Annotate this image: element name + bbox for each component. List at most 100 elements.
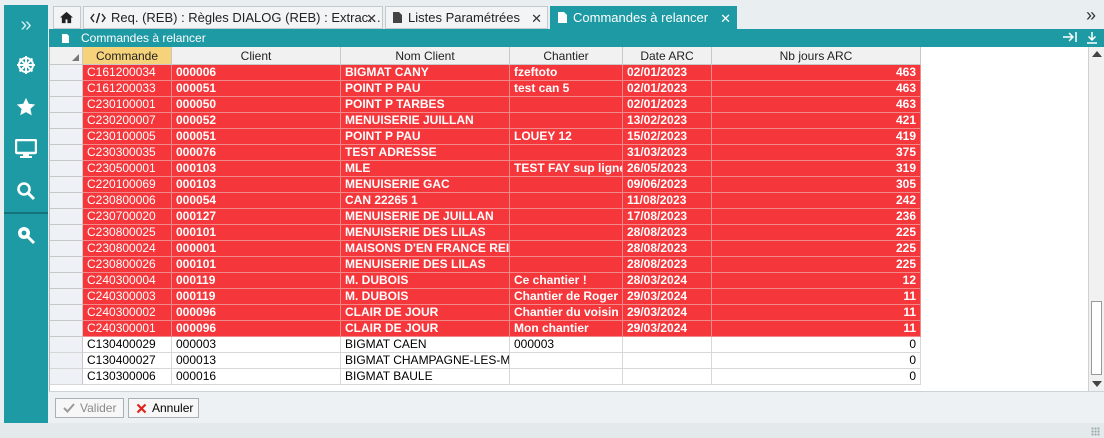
- nb-jours-arc-cell: 0: [712, 337, 921, 353]
- chantier-cell: [510, 209, 623, 225]
- client-cell: 000103: [172, 161, 341, 177]
- table-row[interactable]: C161200033 000051 POINT P PAU test can 5 02/…: [50, 81, 921, 97]
- cross-icon: [136, 403, 147, 414]
- check-icon: [63, 403, 75, 413]
- nb-jours-arc-cell: 11: [712, 305, 921, 321]
- nom-client-cell: POINT P PAU: [341, 81, 510, 97]
- table-row[interactable]: C240300003 000119 M. DUBOIS Chantier de Rog…: [50, 289, 921, 305]
- client-cell: 000001: [172, 241, 341, 257]
- table-row[interactable]: C230200007 000052 MENUISERIE JUILLAN 13/02/…: [50, 113, 921, 129]
- table-row[interactable]: C130400027000013BIGMAT CHAMPAGNE-LES-MAR…: [50, 353, 921, 369]
- validate-button[interactable]: Valider: [55, 398, 124, 418]
- client-cell: 000054: [172, 193, 341, 209]
- close-icon[interactable]: ✕: [720, 11, 731, 27]
- row-selector[interactable]: [50, 273, 83, 289]
- date-arc-cell: 29/03/2024: [623, 321, 712, 337]
- row-selector[interactable]: [50, 129, 83, 145]
- row-selector[interactable]: [50, 193, 83, 209]
- row-selector[interactable]: [50, 81, 83, 97]
- nom-client-cell: POINT P PAU: [341, 129, 510, 145]
- row-selector[interactable]: [50, 241, 83, 257]
- location-search-icon[interactable]: [4, 217, 48, 253]
- row-selector[interactable]: [50, 209, 83, 225]
- client-cell: 000127: [172, 209, 341, 225]
- row-selector[interactable]: [50, 289, 83, 305]
- column-header-nb-jours-arc[interactable]: Nb jours ARC: [712, 47, 921, 65]
- column-header-commande[interactable]: Commande: [83, 47, 172, 65]
- table-row[interactable]: C240300002 000096 CLAIR DE JOUR Chantier du…: [50, 305, 921, 321]
- scrollbar-thumb[interactable]: [1091, 301, 1102, 375]
- table-row[interactable]: C240300004 000119 M. DUBOIS Ce chantier ! 28…: [50, 273, 921, 289]
- validate-label: Valider: [80, 401, 117, 415]
- download-icon[interactable]: [1086, 31, 1098, 44]
- row-selector[interactable]: [50, 113, 83, 129]
- table-row[interactable]: C230700020 000127 MENUISERIE DE JUILLAN 17/…: [50, 209, 921, 225]
- column-header-chantier[interactable]: Chantier: [510, 47, 623, 65]
- dharma-wheel-icon[interactable]: [4, 47, 48, 83]
- row-selector[interactable]: [50, 225, 83, 241]
- scroll-down-icon[interactable]: [1092, 381, 1102, 387]
- table-row[interactable]: C230100001 000050 POINT P TARBES 02/01/2023…: [50, 97, 921, 113]
- row-selector-header[interactable]: [50, 47, 83, 65]
- row-selector[interactable]: [50, 369, 83, 385]
- nom-client-cell: BIGMAT CANY: [341, 65, 510, 81]
- tab-label: Listes Paramétrées: [408, 10, 520, 25]
- nb-jours-arc-cell: 421: [712, 113, 921, 129]
- table-row[interactable]: C161200034 000006 BIGMAT CANY fzeftoto 02/01…: [50, 65, 921, 81]
- table-row[interactable]: C230800025 000101 MENUISERIE DES LILAS 28/0…: [50, 225, 921, 241]
- close-icon[interactable]: ✕: [366, 11, 377, 27]
- nom-client-cell: TEST ADRESSE: [341, 145, 510, 161]
- row-selector[interactable]: [50, 257, 83, 273]
- chantier-cell: [510, 257, 623, 273]
- nb-jours-arc-cell: 319: [712, 161, 921, 177]
- commande-cell: C240300001: [83, 321, 172, 337]
- vertical-scrollbar[interactable]: [1088, 47, 1104, 391]
- table-row[interactable]: C230800024 000001 MAISONS D'EN FRANCE REI 2…: [50, 241, 921, 257]
- table-row[interactable]: C230300035 000076 TEST ADRESSE 31/03/2023 37…: [50, 145, 921, 161]
- table-row[interactable]: C130300006 000016 BIGMAT BAULE 0: [50, 369, 921, 385]
- tab-overflow-icon[interactable]: »: [1086, 5, 1096, 26]
- document-icon: [557, 11, 568, 24]
- table-row[interactable]: C240300001 000096 CLAIR DE JOUR Mon chantie…: [50, 321, 921, 337]
- close-icon[interactable]: ✕: [531, 11, 542, 27]
- commande-cell: C230800025: [83, 225, 172, 241]
- nom-client-cell: CLAIR DE JOUR: [341, 305, 510, 321]
- date-arc-cell: 11/08/2023: [623, 193, 712, 209]
- cancel-button[interactable]: Annuler: [128, 398, 199, 418]
- row-selector[interactable]: [50, 97, 83, 113]
- column-header-date-arc[interactable]: Date ARC: [623, 47, 712, 65]
- client-cell: 000016: [172, 369, 341, 385]
- column-header-nom-client[interactable]: Nom Client: [341, 47, 510, 65]
- client-cell: 000096: [172, 321, 341, 337]
- row-selector[interactable]: [50, 353, 83, 369]
- column-header-client[interactable]: Client: [172, 47, 341, 65]
- star-icon[interactable]: [4, 89, 48, 125]
- row-selector[interactable]: [50, 177, 83, 193]
- nom-client-cell: CAN 22265 1: [341, 193, 510, 209]
- row-selector[interactable]: [50, 337, 83, 353]
- nb-jours-arc-cell: 11: [712, 321, 921, 337]
- row-selector[interactable]: [50, 65, 83, 81]
- tab-commandes-a-relancer[interactable]: Commandes à relancer ✕: [550, 6, 737, 29]
- tab-home[interactable]: [53, 6, 81, 29]
- commande-cell: C230100005: [83, 129, 172, 145]
- row-selector[interactable]: [50, 321, 83, 337]
- scroll-up-icon[interactable]: [1092, 51, 1102, 57]
- collapse-right-icon[interactable]: [1062, 31, 1078, 43]
- row-selector[interactable]: [50, 305, 83, 321]
- row-selector[interactable]: [50, 161, 83, 177]
- search-icon[interactable]: [4, 173, 48, 209]
- resize-grip-icon[interactable]: [1091, 427, 1100, 436]
- table-row[interactable]: C230100005 000051 POINT P PAU LOUEY 12 15/02…: [50, 129, 921, 145]
- tab-listes-parametrees[interactable]: Listes Paramétrées ✕: [385, 6, 548, 29]
- table-row[interactable]: C220100069 000103 MENUISERIE GAC 09/06/2023…: [50, 177, 921, 193]
- expand-chevrons-icon[interactable]: »: [4, 7, 48, 43]
- row-selector[interactable]: [50, 145, 83, 161]
- table-row[interactable]: C230800026 000101 MENUISERIE DES LILAS 28/0…: [50, 257, 921, 273]
- table-row[interactable]: C230800006 000054 CAN 22265 1 11/08/2023 242: [50, 193, 921, 209]
- monitor-icon[interactable]: [4, 131, 48, 167]
- nom-client-cell: BIGMAT CAEN: [341, 337, 510, 353]
- table-row[interactable]: C130400029 000003 BIGMAT CAEN 000003 0: [50, 337, 921, 353]
- table-row[interactable]: C230500001 000103 MLE TEST FAY sup ligne 26/…: [50, 161, 921, 177]
- tab-req-regles-dialog[interactable]: Req. (REB) : Règles DIALOG (REB) : Extra…: [83, 6, 383, 29]
